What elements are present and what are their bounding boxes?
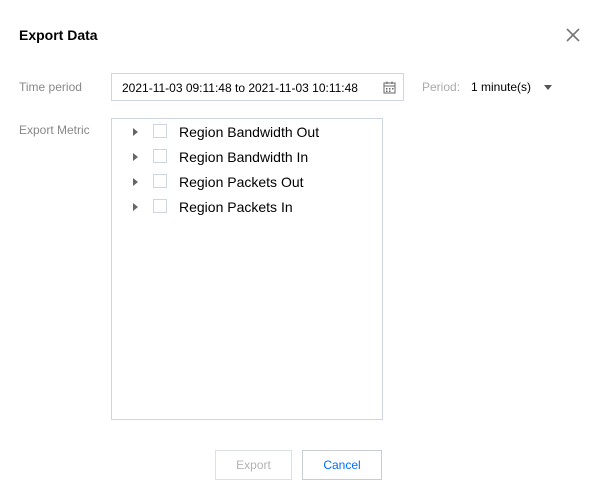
date-range-picker[interactable]: 2021-11-03 09:11:48 to 2021-11-03 10:11:…	[111, 73, 404, 101]
expand-arrow-icon[interactable]	[133, 203, 138, 211]
export-button[interactable]: Export	[215, 450, 292, 480]
cancel-button[interactable]: Cancel	[302, 450, 382, 480]
tree-item-region-packets-in[interactable]: Region Packets In	[112, 197, 382, 217]
close-icon[interactable]	[563, 25, 583, 45]
tree-item-label: Region Bandwidth Out	[179, 124, 320, 140]
dialog-title: Export Data	[19, 27, 98, 43]
tree-item-label: Region Packets In	[179, 199, 293, 215]
tree-item-label: Region Packets Out	[179, 174, 304, 190]
tree-item-label: Region Bandwidth In	[179, 149, 309, 165]
metric-tree[interactable]: Region Bandwidth Out Region Bandwidth In…	[111, 118, 383, 420]
tree-item-region-bandwidth-in[interactable]: Region Bandwidth In	[112, 147, 382, 167]
expand-arrow-icon[interactable]	[133, 128, 138, 136]
period-label: Period:	[422, 80, 461, 94]
checkbox[interactable]	[153, 199, 167, 213]
checkbox[interactable]	[153, 124, 167, 138]
checkbox[interactable]	[153, 174, 167, 188]
checkbox[interactable]	[153, 149, 167, 163]
calendar-icon[interactable]	[383, 81, 396, 94]
tree-item-region-bandwidth-out[interactable]: Region Bandwidth Out	[112, 122, 382, 142]
period-select[interactable]: 1 minute(s)	[470, 80, 558, 96]
expand-arrow-icon[interactable]	[133, 153, 138, 161]
period-value: 1 minute(s)	[471, 80, 532, 94]
export-metric-label: Export Metric	[19, 123, 90, 137]
tree-item-region-packets-out[interactable]: Region Packets Out	[112, 172, 382, 192]
expand-arrow-icon[interactable]	[133, 178, 138, 186]
chevron-down-icon	[544, 85, 552, 90]
date-range-value: 2021-11-03 09:11:48 to 2021-11-03 10:11:…	[122, 81, 358, 95]
time-period-label: Time period	[19, 80, 82, 94]
